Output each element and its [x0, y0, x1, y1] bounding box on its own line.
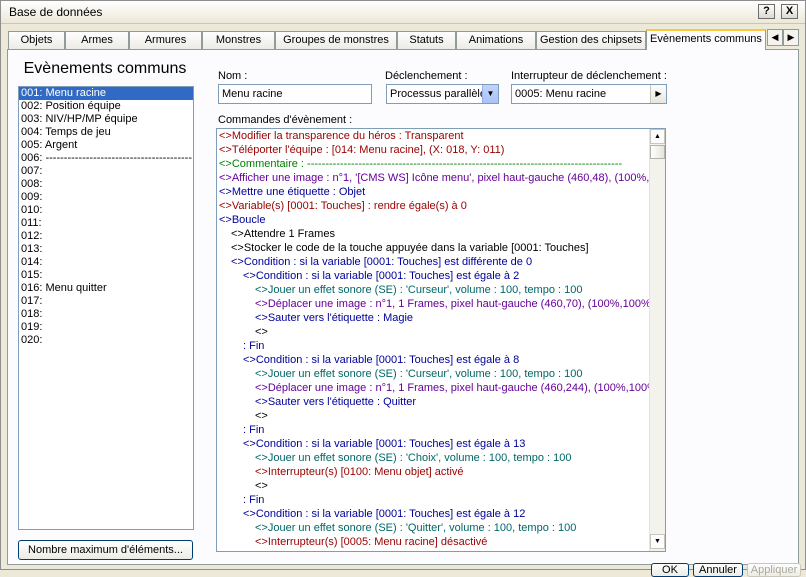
command-line[interactable]: <>Téléporter l'équipe : [014: Menu racin… [217, 143, 649, 157]
command-line[interactable]: <>Condition : si la variable [0001: Touc… [217, 269, 649, 283]
command-line[interactable]: <>Condition : si la variable [0001: Touc… [217, 353, 649, 367]
command-line[interactable]: <>Commentaire : ------------------------… [217, 157, 649, 171]
command-line[interactable]: <>Déplacer une image : n°1, 1 Frames, pi… [217, 297, 649, 311]
tab-evenements-communs[interactable]: Evènements communs [646, 29, 766, 50]
command-line[interactable]: <>Condition : si la variable [0001: Touc… [217, 437, 649, 451]
command-line[interactable]: <>Jouer un effet sonore (SE) : 'Quitter'… [217, 521, 649, 535]
scroll-thumb[interactable] [650, 145, 665, 159]
trigger-label: Déclenchement : [385, 70, 468, 82]
switch-field[interactable]: 0005: Menu racine ▶ [511, 84, 667, 104]
ok-button[interactable]: OK [651, 563, 689, 577]
command-line[interactable]: <>Jouer un effet sonore (SE) : 'Curseur'… [217, 283, 649, 297]
list-item[interactable]: 017: [19, 295, 193, 308]
tab-panel: Evènements communs 001: Menu racine 002:… [7, 49, 799, 565]
list-item[interactable]: 008: [19, 178, 193, 191]
commands-label: Commandes d'évènement : [218, 114, 353, 126]
tab-objets[interactable]: Objets [8, 31, 65, 49]
command-line[interactable]: <>Sauter vers l'étiquette : Magie [217, 311, 649, 325]
name-field[interactable]: Menu racine [218, 84, 372, 104]
list-item[interactable]: 014: [19, 256, 193, 269]
list-item[interactable]: 009: [19, 191, 193, 204]
list-item[interactable]: 010: [19, 204, 193, 217]
command-line[interactable]: <>Sauter vers l'étiquette : Quitter [217, 395, 649, 409]
name-label: Nom : [218, 70, 248, 82]
command-line[interactable]: <> [217, 325, 649, 339]
command-line[interactable]: <>Afficher une image : n°1, '[CMS WS] Ic… [217, 171, 649, 185]
tab-statuts[interactable]: Statuts [397, 31, 456, 49]
help-button[interactable]: ? [758, 4, 775, 19]
tab-monstres[interactable]: Monstres [202, 31, 275, 49]
switch-label: Interrupteur de déclenchement : [511, 70, 667, 82]
command-line[interactable]: : Fin [217, 339, 649, 353]
scroll-down-icon[interactable]: ▼ [650, 534, 665, 549]
cancel-button[interactable]: Annuler [693, 563, 743, 577]
list-item[interactable]: 016: Menu quitter [19, 282, 193, 295]
max-elements-button[interactable]: Nombre maximum d'éléments... [18, 540, 193, 560]
commands-scrollbar[interactable]: ▲ ▼ [649, 129, 665, 551]
list-item[interactable]: 019: [19, 321, 193, 334]
list-item[interactable]: 007: [19, 165, 193, 178]
list-item[interactable]: 001: Menu racine [19, 87, 193, 100]
command-line[interactable]: <> [217, 479, 649, 493]
scroll-up-icon[interactable]: ▲ [650, 129, 665, 144]
list-item[interactable]: 002: Position équipe [19, 100, 193, 113]
tab-armes[interactable]: Armes [65, 31, 129, 49]
events-list-title: Evènements communs [23, 60, 187, 77]
command-line[interactable]: <>Modifier la transparence du héros : Tr… [217, 129, 649, 143]
list-item[interactable]: 003: NIV/HP/MP équipe [19, 113, 193, 126]
command-line[interactable]: <>Interrupteur(s) [0005: Menu racine] dé… [217, 535, 649, 549]
command-line[interactable]: <>Mettre une étiquette : Objet [217, 185, 649, 199]
list-item[interactable]: 015: [19, 269, 193, 282]
apply-button[interactable]: Appliquer [747, 563, 801, 577]
tab-scroll-left-icon[interactable]: ◀ [767, 29, 783, 46]
command-line[interactable]: <>Variable(s) [0001: Touches] : rendre é… [217, 199, 649, 213]
list-item[interactable]: 006: -----------------------------------… [19, 152, 193, 165]
command-line[interactable]: <>Jouer un effet sonore (SE) : 'Curseur'… [217, 367, 649, 381]
events-list[interactable]: 001: Menu racine 002: Position équipe 00… [18, 86, 194, 530]
list-item[interactable]: 013: [19, 243, 193, 256]
list-item[interactable]: 004: Temps de jeu [19, 126, 193, 139]
command-line[interactable]: : Fin [217, 493, 649, 507]
list-item[interactable]: 018: [19, 308, 193, 321]
command-line[interactable]: <>Condition : si la variable [0001: Touc… [217, 507, 649, 521]
trigger-value: Processus parallèle [390, 88, 486, 100]
window-title: Base de données [9, 5, 103, 19]
command-line[interactable]: <>Condition : si la variable [0001: Touc… [217, 255, 649, 269]
chevron-down-icon[interactable]: ▼ [482, 85, 498, 103]
command-line[interactable]: <>Boucle [217, 213, 649, 227]
command-line[interactable]: <> [217, 409, 649, 423]
title-bar[interactable]: Base de données ? X [1, 1, 805, 24]
switch-value: 0005: Menu racine [515, 88, 607, 100]
tab-armures[interactable]: Armures [129, 31, 202, 49]
tab-scroll-right-icon[interactable]: ▶ [783, 29, 799, 46]
command-line[interactable]: : Fin [217, 423, 649, 437]
tab-gestion-des-chipsets[interactable]: Gestion des chipsets [536, 31, 646, 49]
command-line[interactable]: <>Interrupteur(s) [0100: Menu objet] act… [217, 465, 649, 479]
commands-container: <>Modifier la transparence du héros : Tr… [217, 129, 649, 549]
list-item[interactable]: 012: [19, 230, 193, 243]
tab-animations[interactable]: Animations [456, 31, 536, 49]
list-item[interactable]: 011: [19, 217, 193, 230]
list-item[interactable]: 005: Argent [19, 139, 193, 152]
command-line[interactable]: <>Jouer un effet sonore (SE) : 'Choix', … [217, 451, 649, 465]
event-commands-list[interactable]: <>Modifier la transparence du héros : Tr… [216, 128, 666, 552]
command-line[interactable]: <>Attendre 1 Frames [217, 227, 649, 241]
trigger-dropdown[interactable]: Processus parallèle ▼ [386, 84, 499, 104]
command-line[interactable]: <>Déplacer une image : n°1, 1 Frames, pi… [217, 381, 649, 395]
close-button[interactable]: X [781, 4, 798, 19]
command-line[interactable]: <>Stocker le code de la touche appuyée d… [217, 241, 649, 255]
chevron-right-icon[interactable]: ▶ [650, 85, 666, 103]
list-item[interactable]: 020: [19, 334, 193, 347]
database-window: Base de données ? X Objets Armes Armures… [0, 0, 806, 577]
tab-groupes-de-monstres[interactable]: Groupes de monstres [275, 31, 397, 49]
